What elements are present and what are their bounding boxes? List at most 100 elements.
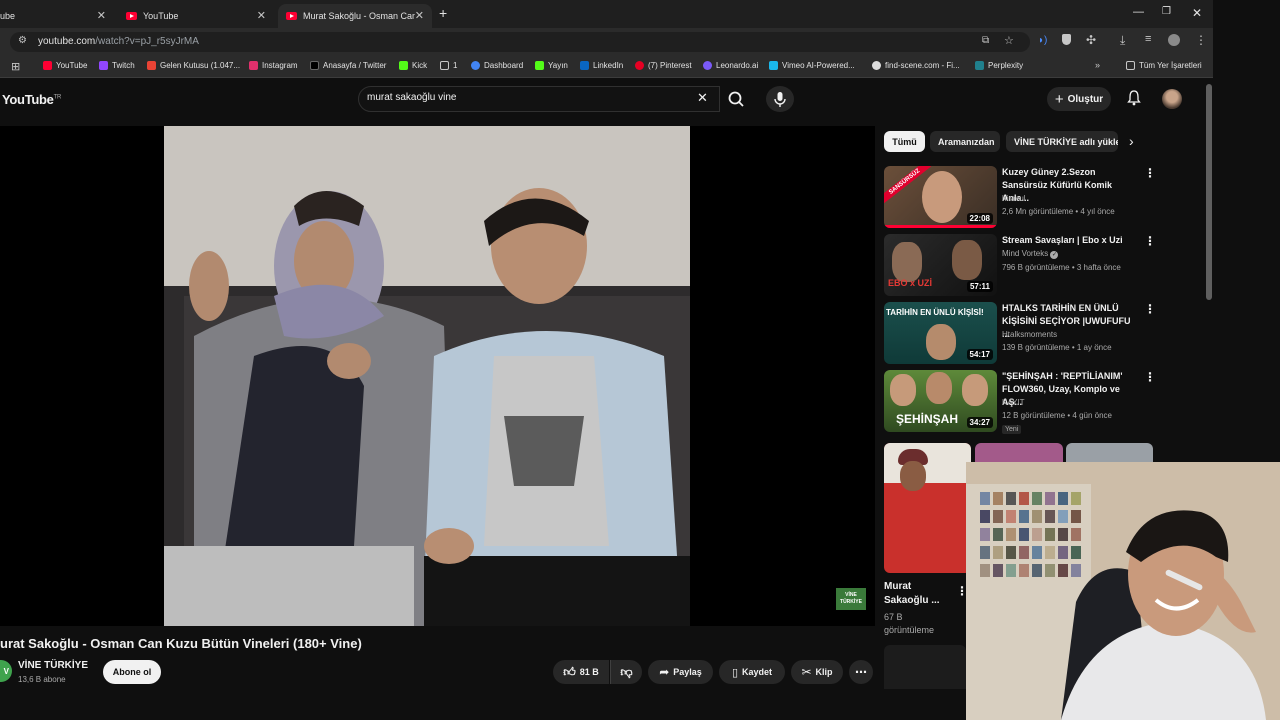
subscribe-button[interactable]: Abone ol [103,660,161,684]
site-settings-icon[interactable]: ⚙ [18,35,27,46]
bookmark-yayin[interactable]: Yayın [535,61,568,70]
search-button[interactable] [720,86,754,112]
close-icon[interactable]: ✕ [97,9,106,22]
browser-menu-icon[interactable]: ⋮ [1195,33,1207,47]
clip-button[interactable]: ✂ Klip [791,660,843,684]
share-icon: ➦ [659,665,670,679]
bookmark-twitter[interactable]: Anasayfa / Twitter [310,61,386,70]
rec-thumbnail[interactable]: SANSÜRSÜZ 22:08 [884,166,997,228]
more-vert-icon[interactable]: ⋮ [1144,166,1156,180]
shield-icon[interactable] [1062,34,1071,45]
plus-icon: + [1054,90,1064,108]
twitch-icon [99,61,108,70]
minimize-icon[interactable]: — [1133,6,1144,18]
rec-channel[interactable]: Htalksmoments [1002,330,1057,339]
bookmark-gmail[interactable]: Gelen Kutusu (1.047... [147,61,240,70]
scrollbar-thumb[interactable] [1206,84,1212,300]
youtube-logo[interactable]: YouTubeTR [2,92,61,107]
channel-avatar[interactable]: V [0,660,12,682]
media-control-icon[interactable]: ≡ [1145,33,1151,45]
apps-grid-icon[interactable]: ⊞ [11,60,20,73]
thumb-face [962,374,988,406]
window-close-icon[interactable]: ✕ [1192,6,1202,20]
new-tab-icon[interactable]: + [439,5,447,21]
download-icon[interactable]: ⤓ [1120,33,1125,48]
tab-label: Murat Sakoğlu - Osman Can Ku [303,11,415,21]
short-thumbnail[interactable] [1066,443,1153,463]
short-thumbnail[interactable] [884,645,966,689]
close-icon[interactable]: ✕ [257,9,266,22]
tab-youtube-active[interactable]: Murat Sakoğlu - Osman Can Ku ✕ [278,4,432,28]
bookmark-leonardo[interactable]: Leonardo.ai [703,61,758,70]
chevron-right-icon[interactable]: › [1129,133,1134,149]
short-title[interactable]: Murat Sakaoğlu ... [884,580,944,608]
short-thumbnail[interactable] [884,443,971,573]
bookmark-vimeo[interactable]: Vimeo AI-Powered... [769,61,855,70]
rec-item[interactable]: EBO x UZİ 57:11 Stream Savaşları | Ebo x… [884,234,1156,298]
rec-thumbnail[interactable]: ŞEHİNŞAH 34:27 [884,370,997,432]
bookmark-find-scene[interactable]: find-scene.com - Fi... [872,61,960,70]
tab-label: ube [0,11,16,21]
rec-channel[interactable]: hiravul [1002,194,1026,203]
create-button[interactable]: + Oluştur [1047,87,1111,111]
bookmark-folder-1[interactable]: 1 [440,61,457,70]
bookmark-perplexity[interactable]: Perplexity [975,61,1023,70]
address-bar[interactable]: ⚙ youtube.com/watch?v=pJ_r5syJrMA ⧉ ☆ [10,32,1030,52]
rec-channel[interactable]: Mind Vorteks ✓ [1002,249,1059,259]
bookmark-linkedin[interactable]: LinkedIn [580,61,623,70]
thumb-face [890,374,916,406]
bookmark-dashboard[interactable]: Dashboard [471,61,523,70]
extension-audio-icon[interactable]: ◗) [1038,35,1047,46]
account-avatar[interactable] [1162,89,1182,109]
watch-progress-bar [884,225,997,228]
rec-title[interactable]: Stream Savaşları | Ebo x Uzi [1002,234,1138,247]
close-icon[interactable]: ✕ [415,9,424,22]
more-vert-icon[interactable]: ⋮ [1144,302,1156,316]
duration-badge: 57:11 [966,281,993,292]
install-app-icon[interactable]: ⧉ [982,35,989,46]
video-content-image [164,126,690,626]
chip-all[interactable]: Tümü [884,131,925,152]
chip-from-search[interactable]: Aramanızdan [930,131,1000,152]
pinterest-icon [635,61,644,70]
rec-item[interactable]: TARİHİN EN ÜNLÜ KİŞİSİ! 54:17 HTALKS TAR… [884,302,1156,366]
more-actions-button[interactable]: ⋯ [849,660,873,684]
voice-search-button[interactable] [766,86,794,112]
short-thumbnail[interactable] [975,443,1063,463]
thumb-label: ŞEHİNŞAH [896,412,959,426]
more-bookmarks-icon[interactable]: » [1095,60,1100,70]
duration-badge: 22:08 [966,213,993,224]
maximize-icon[interactable]: ❐ [1162,6,1171,17]
bookmark-instagram[interactable]: Instagram [249,61,298,70]
clear-search-icon[interactable]: ✕ [697,90,708,106]
like-button[interactable]: 👍︎ 81 B [553,660,609,684]
tab-youtube-1[interactable]: ube ✕ [0,4,114,28]
bookmark-pinterest[interactable]: (7) Pinterest [635,61,692,70]
bookmark-twitch[interactable]: Twitch [99,61,135,70]
more-vert-icon[interactable]: ⋮ [1144,234,1156,248]
bookmark-star-icon[interactable]: ☆ [1004,34,1014,47]
all-bookmarks-folder[interactable]: Tüm Yer İşaretleri [1126,61,1202,70]
vine-watermark[interactable]: VİNE TÜRKİYE [836,588,866,610]
chip-channel-uploads[interactable]: VİNE TÜRKİYE adlı yükle [1006,131,1118,152]
save-button[interactable]: ▯ Kaydet [719,660,785,684]
rec-item[interactable]: ŞEHİNŞAH 34:27 "ŞEHİNŞAH : 'REPTİLİANIM'… [884,370,1156,440]
profile-avatar[interactable] [1168,34,1180,46]
dislike-button[interactable]: 👎︎ [610,660,642,684]
more-vert-icon[interactable]: ⋮ [1144,370,1156,384]
rec-item[interactable]: SANSÜRSÜZ 22:08 Kuzey Güney 2.Sezon Sans… [884,166,1156,230]
folder-icon [1126,61,1135,70]
video-frame[interactable] [164,126,690,626]
share-button[interactable]: ➦ Paylaş [648,660,713,684]
rec-channel[interactable]: KAYIT [1002,398,1025,407]
bookmark-kick[interactable]: Kick [399,61,427,70]
channel-name[interactable]: VİNE TÜRKİYE [18,660,88,671]
tab-youtube-2[interactable]: YouTube ✕ [118,4,274,28]
search-box[interactable]: ✕ [358,86,720,112]
rec-thumbnail[interactable]: EBO x UZİ 57:11 [884,234,997,296]
extensions-icon[interactable]: ✣ [1086,33,1096,47]
rec-thumbnail[interactable]: TARİHİN EN ÜNLÜ KİŞİSİ! 54:17 [884,302,997,364]
notifications-button[interactable] [1127,90,1141,111]
bookmark-youtube[interactable]: YouTube [43,61,87,70]
search-input[interactable] [367,92,687,103]
